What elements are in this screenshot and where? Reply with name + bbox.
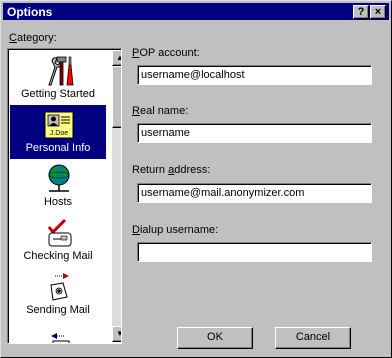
pop-account-label-text: OP account: <box>139 47 200 59</box>
return-address-field[interactable] <box>137 183 372 203</box>
dialup-username-label: Dialup username: <box>132 224 219 236</box>
pop-account-field[interactable] <box>137 65 372 85</box>
category-item-sending-mail[interactable]: Sending Mail <box>10 267 106 321</box>
category-item-hosts[interactable]: Hosts <box>10 159 106 213</box>
category-scrollbar[interactable]: ▲ ▼ <box>112 50 121 342</box>
dialup-username-field[interactable] <box>137 242 372 262</box>
scroll-thumb[interactable] <box>112 66 121 128</box>
help-button[interactable]: ? <box>353 5 369 19</box>
category-item-checking-mail[interactable]: Checking Mail <box>10 213 106 267</box>
category-item-label: Personal Info <box>25 142 91 154</box>
real-name-label-text: eal name: <box>139 105 189 117</box>
category-item-personal-info[interactable]: J.Doe Personal Info <box>10 105 106 159</box>
id-card-icon: J.Doe <box>44 111 74 139</box>
category-item-label: Sending Mail <box>26 304 90 316</box>
category-item-partial[interactable] <box>10 321 106 343</box>
send-mail-icon <box>50 273 69 301</box>
tools-icon <box>48 56 74 86</box>
title-bar[interactable]: Options ? × <box>3 3 389 20</box>
pop-account-label: POP account: <box>132 47 200 59</box>
category-item-label: Hosts <box>43 196 73 208</box>
return-address-label-text: ddress: <box>174 164 211 176</box>
category-item-getting-started[interactable]: Getting Started <box>10 51 106 105</box>
real-name-field[interactable] <box>137 123 372 143</box>
cancel-button[interactable]: Cancel <box>275 327 351 349</box>
return-address-label-pre: Return <box>132 164 169 176</box>
id-card-text: J.Doe <box>50 130 68 137</box>
real-name-label: Real name: <box>132 105 189 117</box>
window-title: Options <box>7 5 53 19</box>
ok-button[interactable]: OK <box>177 327 253 349</box>
receive-mail-icon <box>51 333 70 343</box>
category-label: Category: <box>9 32 57 44</box>
category-list[interactable]: Getting Started J.Doe Personal Info Host… <box>7 48 122 344</box>
return-address-label: Return address: <box>132 164 211 176</box>
close-button[interactable]: × <box>370 5 386 19</box>
category-item-label: Getting Started <box>21 88 95 100</box>
scroll-up-button[interactable]: ▲ <box>112 50 121 66</box>
category-item-label: Checking Mail <box>23 250 93 262</box>
scroll-down-button[interactable]: ▼ <box>112 326 121 342</box>
globe-network-icon <box>48 164 70 192</box>
options-dialog: Options ? × Category: Getting Started J.… <box>0 0 392 358</box>
category-label-text: ategory: <box>16 32 57 44</box>
dialup-username-label-text: ialup username: <box>139 224 219 236</box>
check-mail-icon <box>47 218 72 247</box>
